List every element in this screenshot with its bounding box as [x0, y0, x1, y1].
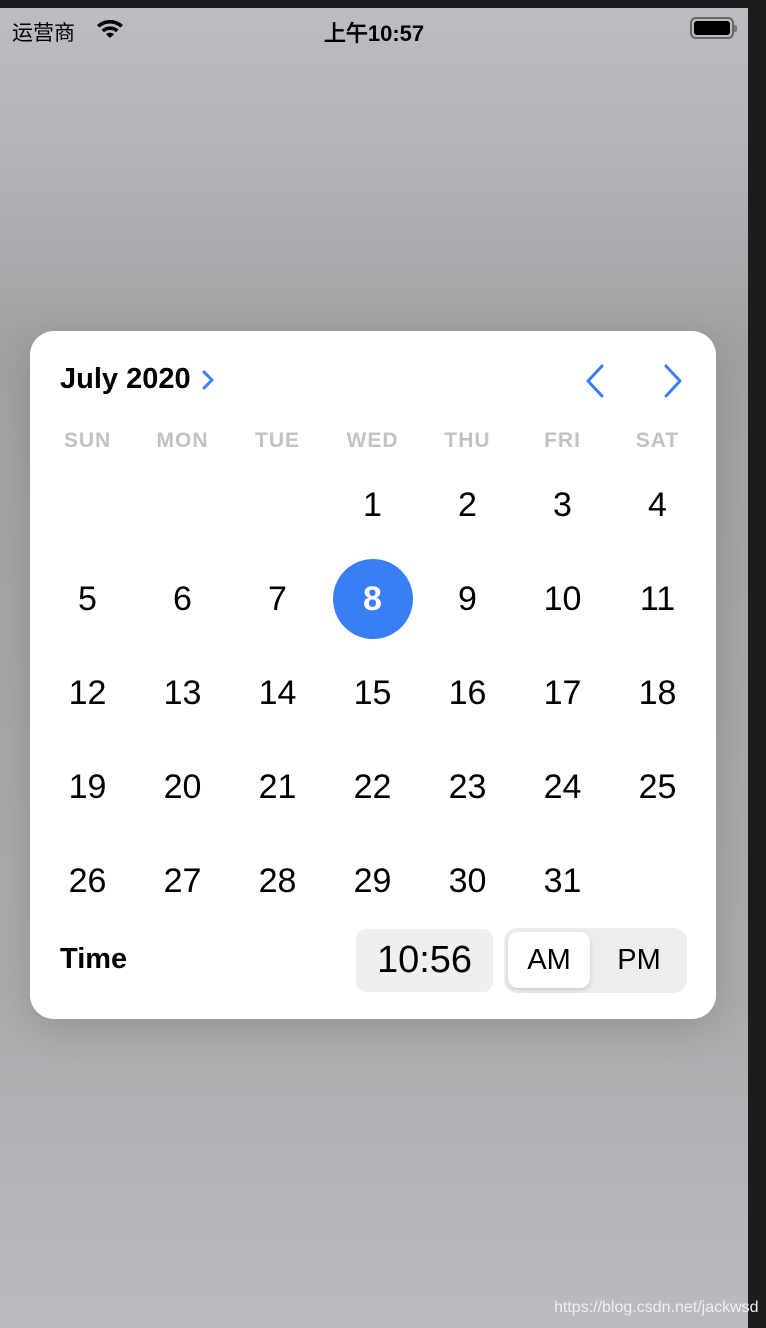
chevron-right-icon — [664, 364, 682, 398]
weekday-header: FRI — [544, 429, 581, 452]
pm-segment[interactable]: PM — [594, 932, 684, 988]
weekday-header: WED — [346, 429, 399, 452]
day-cell[interactable]: 13 — [143, 653, 223, 733]
day-cell[interactable]: 19 — [48, 747, 128, 827]
day-cell[interactable]: 11 — [618, 559, 698, 639]
day-cell[interactable]: 6 — [143, 559, 223, 639]
day-cell[interactable]: 9 — [428, 559, 508, 639]
weekday-header: MON — [156, 429, 209, 452]
day-cell[interactable]: 16 — [428, 653, 508, 733]
day-cell[interactable]: 30 — [428, 841, 508, 921]
weekday-header: TUE — [255, 429, 300, 452]
day-cell[interactable]: 10 — [523, 559, 603, 639]
day-cell[interactable]: 21 — [238, 747, 318, 827]
previous-month-button[interactable] — [580, 363, 610, 399]
day-cell[interactable]: 15 — [333, 653, 413, 733]
day-cell[interactable]: 7 — [238, 559, 318, 639]
next-month-button[interactable] — [658, 363, 688, 399]
day-cell[interactable]: 22 — [333, 747, 413, 827]
chevron-left-icon — [586, 364, 604, 398]
weekday-header: SAT — [635, 429, 680, 452]
clock: 上午10:57 — [323, 21, 425, 46]
weekday-header: THU — [444, 429, 491, 452]
day-cell[interactable]: 17 — [523, 653, 603, 733]
day-cell[interactable]: 31 — [523, 841, 603, 921]
weekday-header: SUN — [63, 429, 112, 452]
time-field[interactable]: 10:56 — [356, 929, 493, 992]
day-cell[interactable]: 24 — [523, 747, 603, 827]
day-cell[interactable]: 27 — [143, 841, 223, 921]
day-cell[interactable]: 4 — [618, 465, 698, 545]
day-cell[interactable]: 5 — [48, 559, 128, 639]
month-year-label: July 2020 — [60, 363, 191, 395]
day-cell[interactable]: 20 — [143, 747, 223, 827]
month-year-button[interactable]: July 2020 — [60, 363, 215, 396]
chevron-right-icon — [202, 370, 214, 389]
day-cell[interactable]: 25 — [618, 747, 698, 827]
day-cell[interactable]: 23 — [428, 747, 508, 827]
time-label: Time — [60, 943, 128, 975]
day-cell[interactable]: 14 — [238, 653, 318, 733]
day-cell[interactable]: 29 — [333, 841, 413, 921]
date-picker-popover: July 2020 SUN MON TUE WED THU FRI SAT 12345678… — [30, 331, 716, 1019]
am-segment[interactable]: AM — [508, 932, 590, 988]
am-pm-segmented-control: AM PM — [504, 928, 687, 993]
day-cell[interactable]: 2 — [428, 465, 508, 545]
day-cell[interactable]: 3 — [523, 465, 603, 545]
battery-icon — [690, 17, 737, 39]
day-cell[interactable]: 12 — [48, 653, 128, 733]
day-cell[interactable]: 26 — [48, 841, 128, 921]
day-cell-selected[interactable]: 8 — [332, 559, 413, 639]
day-cell[interactable]: 1 — [333, 465, 413, 545]
day-cell[interactable]: 28 — [238, 841, 318, 921]
day-cell[interactable]: 18 — [618, 653, 698, 733]
watermark: https://blog.csdn.net/jackwsd — [554, 1299, 759, 1316]
status-bar: 运营商 上午10:57 — [0, 8, 748, 48]
